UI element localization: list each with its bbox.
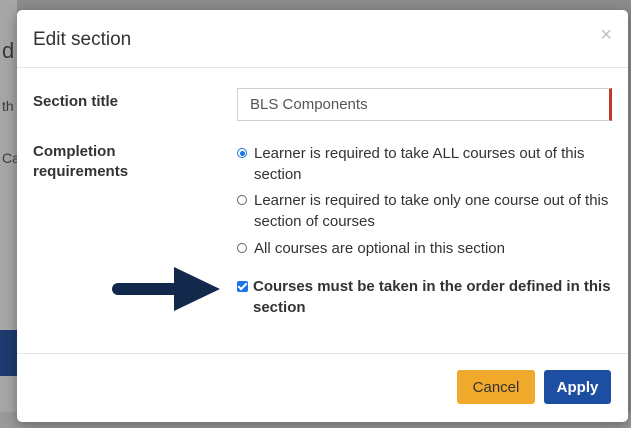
completion-requirements-label: Completion requirements [33, 142, 128, 182]
completion-option-all[interactable]: Learner is required to take ALL courses … [237, 143, 617, 185]
radio-button[interactable] [237, 195, 247, 205]
arrow-right-icon [112, 267, 220, 311]
close-icon[interactable]: × [600, 25, 612, 45]
background-sidebar-accent [0, 330, 18, 376]
cancel-button[interactable]: Cancel [457, 370, 535, 404]
modal-header: Edit section × [17, 10, 628, 68]
order-checkbox-label: Courses must be taken in the order defin… [253, 278, 611, 316]
option-label: All courses are optional in this section [254, 240, 505, 257]
section-title-input[interactable] [237, 88, 612, 121]
apply-button[interactable]: Apply [544, 370, 611, 404]
completion-option-one[interactable]: Learner is required to take only one cou… [237, 190, 617, 232]
option-label: Learner is required to take only one cou… [254, 192, 609, 230]
background-text-fragment: th [2, 98, 14, 114]
background-text-fragment: d [2, 38, 15, 63]
completion-label-line1: Completion [33, 143, 116, 160]
order-checkbox[interactable] [237, 281, 248, 292]
completion-label-line2: requirements [33, 163, 129, 180]
option-label: Learner is required to take ALL courses … [254, 145, 585, 183]
order-checkbox-row[interactable]: Courses must be taken in the order defin… [237, 276, 617, 318]
section-title-label: Section title [33, 93, 119, 110]
radio-button[interactable] [237, 243, 247, 253]
completion-option-optional[interactable]: All courses are optional in this section [237, 238, 617, 259]
radio-button[interactable] [237, 148, 247, 158]
edit-section-modal: Edit section × Section title Completion … [17, 10, 628, 422]
modal-title: Edit section [33, 29, 132, 50]
modal-footer: Cancel Apply [17, 353, 628, 422]
